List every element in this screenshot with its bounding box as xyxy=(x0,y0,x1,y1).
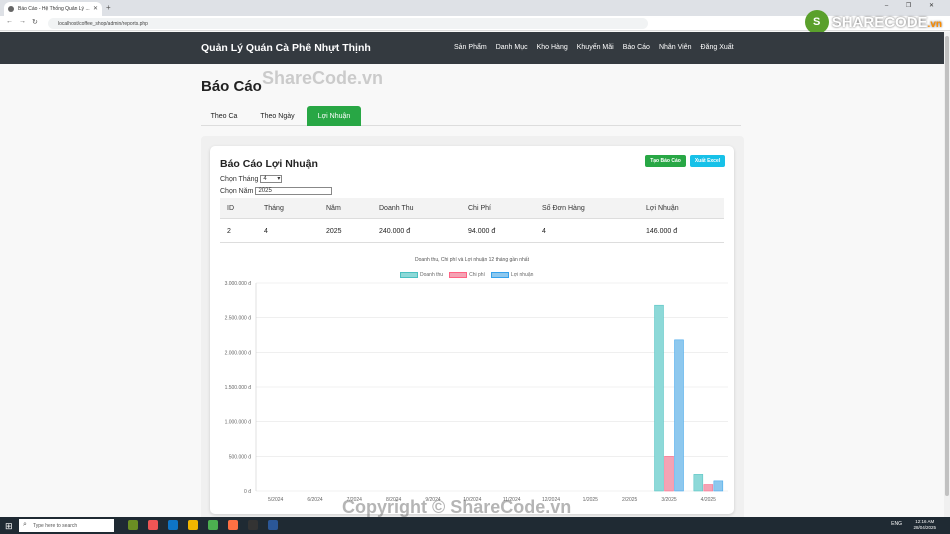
new-tab-icon[interactable]: + xyxy=(106,3,111,12)
y-tick-label: 2.500.000 đ xyxy=(225,316,252,322)
table-header: ID Tháng Năm Doanh Thu Chi Phí Số Đơn Hà… xyxy=(220,198,724,219)
bar-revenue xyxy=(693,474,704,492)
cell-profit: 146.000 đ xyxy=(646,227,678,235)
sharecode-logo: S SHARECODE.vn xyxy=(804,10,942,34)
windows-start-icon[interactable]: ⊞ xyxy=(5,521,13,532)
y-tick-label: 2.000.000 đ xyxy=(225,350,252,356)
forward-icon[interactable]: → xyxy=(19,18,26,25)
export-excel-button[interactable]: Xuất Excel xyxy=(690,155,725,167)
app-icon-game[interactable] xyxy=(128,520,138,530)
x-tick-label: 1/2025 xyxy=(583,497,599,503)
header-profit: Lợi Nhuận xyxy=(646,204,679,212)
taskbar-apps xyxy=(128,520,278,530)
revenue-cost-profit-chart: 0 đ 500.000 đ 1.000.000 đ 1.500.000 đ 2.000.… xyxy=(225,281,728,503)
nav-links: Sản Phẩm Danh Mục Kho Hàng Khuyến Mãi Bá… xyxy=(454,44,734,51)
favicon-icon xyxy=(8,6,14,12)
bar-revenue xyxy=(654,304,664,492)
app-icon-xampp[interactable] xyxy=(228,520,238,530)
month-select[interactable]: 4 xyxy=(260,175,283,183)
tab-by-day[interactable]: Theo Ngày xyxy=(251,106,304,126)
y-tick-label: 500.000 đ xyxy=(229,454,251,460)
header-year: Năm xyxy=(326,204,341,212)
cell-order-count: 4 xyxy=(542,227,546,235)
cell-month: 4 xyxy=(264,227,268,235)
header-revenue: Doanh Thu xyxy=(379,204,414,212)
y-tick-label: 1.500.000 đ xyxy=(225,385,252,391)
header-cost: Chi Phí xyxy=(468,204,491,212)
windows-taskbar: ⊞ Type here to search ENG 12:16 AM 28/04… xyxy=(0,517,950,534)
app-icon-word[interactable] xyxy=(268,520,278,530)
nav-link-categories[interactable]: Danh Mục xyxy=(496,44,528,51)
x-tick-label: 3/2025 xyxy=(661,497,677,503)
scrollbar-thumb[interactable] xyxy=(945,36,949,496)
bar-profit xyxy=(674,339,684,492)
chart-title: Doanh thu, Chi phí và Lợi nhuận 12 tháng… xyxy=(415,257,529,263)
tab-by-shift[interactable]: Theo Ca xyxy=(201,106,247,126)
header-order-count: Số Đơn Hàng xyxy=(542,204,585,212)
year-input[interactable]: 2025 xyxy=(255,187,333,195)
year-label: Chọn Năm xyxy=(220,187,254,195)
top-navbar: Quản Lý Quán Cà Phê Nhựt Thịnh Sản Phẩm … xyxy=(0,32,944,64)
page-title: Báo Cáo xyxy=(201,78,262,95)
x-tick-label: 2/2025 xyxy=(622,497,638,503)
url-input[interactable]: localhost/coffee_shop/admin/reports.php xyxy=(48,18,648,29)
logo-text: SHARECODE xyxy=(831,13,928,31)
year-filter: Chọn Năm 2025 xyxy=(220,187,333,195)
report-title: Báo Cáo Lợi Nhuận xyxy=(220,158,318,170)
y-tick-label: 3.000.000 đ xyxy=(225,281,252,287)
cell-year: 2025 xyxy=(326,227,342,235)
taskbar-clock[interactable]: 12:16 AM 28/04/2025 xyxy=(913,519,936,531)
report-tabs: Theo Ca Theo Ngày Lợi Nhuận xyxy=(201,106,741,126)
bar-cost xyxy=(664,456,674,492)
watermark-bottom: Copyright © ShareCode.vn xyxy=(342,497,572,517)
brand-title[interactable]: Quản Lý Quán Cà Phê Nhựt Thịnh xyxy=(201,42,371,54)
cell-revenue: 240.000 đ xyxy=(379,227,411,235)
app-icon-vscode[interactable] xyxy=(168,520,178,530)
app-icon-red[interactable] xyxy=(148,520,158,530)
reload-icon[interactable]: ↻ xyxy=(32,18,38,26)
taskbar-search-input[interactable]: Type here to search xyxy=(19,519,114,532)
header-id: ID xyxy=(227,204,234,212)
header-month: Tháng xyxy=(264,204,284,212)
browser-tab[interactable]: Báo Cáo - Hệ Thống Quản Lý ... ✕ xyxy=(4,2,102,16)
tab-profit[interactable]: Lợi Nhuận xyxy=(307,106,361,126)
app-icon-folder[interactable] xyxy=(188,520,198,530)
browser-tab-title: Báo Cáo - Hệ Thống Quản Lý ... xyxy=(18,6,90,12)
system-tray-lang[interactable]: ENG xyxy=(891,521,902,527)
x-tick-label: 5/2024 xyxy=(268,497,284,503)
cell-id: 2 xyxy=(227,227,231,235)
nav-link-staff[interactable]: Nhân Viên xyxy=(659,44,692,51)
month-label: Chọn Tháng xyxy=(220,175,259,183)
app-icon-terminal[interactable] xyxy=(248,520,258,530)
nav-link-promotions[interactable]: Khuyến Mãi xyxy=(577,44,614,51)
window-controls[interactable]: – ❐ ✕ xyxy=(885,2,942,9)
nav-link-logout[interactable]: Đăng Xuất xyxy=(701,44,734,51)
nav-link-inventory[interactable]: Kho Hàng xyxy=(537,44,568,51)
sharecode-badge-icon: S xyxy=(804,10,829,34)
bar-profit xyxy=(713,480,724,492)
nav-link-reports[interactable]: Báo Cáo xyxy=(623,44,650,51)
x-tick-label: 6/2024 xyxy=(307,497,323,503)
app-icon-chrome[interactable] xyxy=(208,520,218,530)
bar-cost xyxy=(703,484,714,492)
y-tick-label: 1.000.000 đ xyxy=(225,420,252,426)
x-tick-label: 4/2025 xyxy=(701,497,717,503)
logo-suffix: .vn xyxy=(927,18,942,30)
y-tick-label: 0 đ xyxy=(244,489,251,495)
tab-close-icon[interactable]: ✕ xyxy=(93,5,98,12)
back-icon[interactable]: ← xyxy=(6,18,13,25)
clock-date: 28/04/2025 xyxy=(913,525,936,530)
month-filter: Chọn Tháng 4 xyxy=(220,175,283,183)
watermark-top: ShareCode.vn xyxy=(262,68,384,88)
nav-link-products[interactable]: Sản Phẩm xyxy=(454,44,487,51)
create-report-button[interactable]: Tạo Báo Cáo xyxy=(645,155,686,167)
table-row: 2 4 2025 240.000 đ 94.000 đ 4 146.000 đ xyxy=(220,220,724,243)
cell-cost: 94.000 đ xyxy=(468,227,496,235)
